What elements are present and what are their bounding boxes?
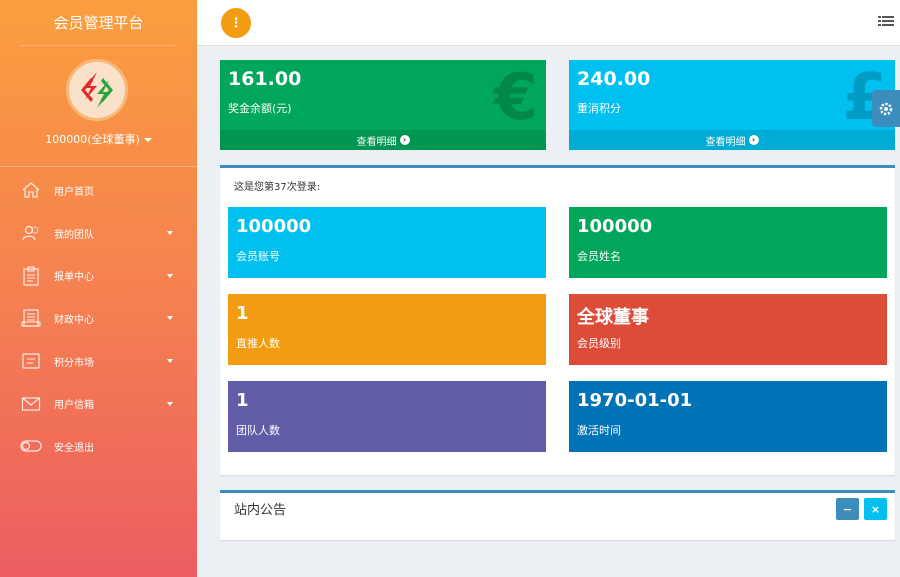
avatar[interactable] xyxy=(66,59,128,121)
team-size-tile: 1 团队人数 xyxy=(228,381,546,452)
chevron-down-icon xyxy=(167,273,173,278)
points-label: 重消积分 xyxy=(577,102,621,115)
login-count-text: 这是您第37次登录: xyxy=(234,182,321,193)
tile-value: 1 xyxy=(236,303,249,324)
member-info-panel: 这是您第37次登录: 100000 会员账号 100000 会员姓名 1 直推人… xyxy=(220,165,895,475)
envelope-icon xyxy=(20,393,42,415)
sidebar-item-logout[interactable]: 安全退出 xyxy=(0,425,197,468)
euro-icon: € xyxy=(493,61,538,135)
sidebar-item-mailbox[interactable]: 用户信箱 xyxy=(0,382,197,425)
chevron-down-icon xyxy=(167,401,173,406)
details-link-label: 查看明细 xyxy=(705,136,746,148)
sidebar-item-label: 安全退出 xyxy=(54,442,94,454)
points-details-link[interactable]: 查看明细 › xyxy=(569,130,895,150)
chevron-down-icon xyxy=(167,231,173,236)
caret-down-icon xyxy=(143,138,152,142)
tile-value: 全球董事 xyxy=(577,307,649,328)
toggle-icon xyxy=(20,435,42,457)
team-icon xyxy=(20,222,42,244)
close-button[interactable]: × xyxy=(864,498,887,520)
bonus-balance-box: 161.00 奖金余额(元) € 查看明细 › xyxy=(220,60,546,150)
sidebar-item-label: 用户信箱 xyxy=(54,400,94,412)
sidebar-menu: 用户首页 我的团队 报单中心 财政中心 积分市场 用户信箱 安全退出 xyxy=(0,169,197,468)
user-dropdown-label: 100000(全球董事) xyxy=(45,133,140,146)
sidebar: 会员管理平台 100000(全球董事) 用户首页 我的团队 报单中心 财政中心 … xyxy=(0,0,197,577)
chevron-down-icon xyxy=(167,316,173,321)
sidebar-divider xyxy=(0,166,197,167)
settings-gear-button[interactable] xyxy=(872,90,900,127)
sidebar-item-home[interactable]: 用户首页 xyxy=(0,169,197,212)
announcement-title: 站内公告 xyxy=(234,503,287,518)
collapse-button[interactable]: − xyxy=(836,498,859,520)
sidebar-item-label: 财政中心 xyxy=(54,314,94,326)
logo-icon xyxy=(81,72,113,108)
gear-icon xyxy=(879,102,893,115)
sidebar-item-label: 积分市场 xyxy=(54,357,94,369)
bonus-balance-value: 161.00 xyxy=(228,68,302,90)
points-box: 240.00 重消积分 £ 查看明细 › xyxy=(569,60,895,150)
clipboard-icon xyxy=(20,265,42,287)
sidebar-item-label: 报单中心 xyxy=(54,272,94,284)
finance-icon xyxy=(20,307,42,329)
details-link-label: 查看明细 xyxy=(356,136,397,148)
bonus-details-link[interactable]: 查看明细 › xyxy=(220,130,546,150)
arrow-circle-right-icon: › xyxy=(399,135,410,145)
sidebar-item-orders[interactable]: 报单中心 xyxy=(0,254,197,297)
tile-label: 团队人数 xyxy=(236,424,280,437)
home-icon xyxy=(20,179,42,201)
chevron-down-icon xyxy=(167,359,173,364)
member-level-tile: 全球董事 会员级别 xyxy=(569,294,887,365)
arrow-circle-right-icon: › xyxy=(748,135,759,145)
market-icon xyxy=(20,350,42,372)
activation-date-tile: 1970-01-01 激活时间 xyxy=(569,381,887,452)
top-navbar: ⋮ xyxy=(197,0,900,46)
tile-label: 会员姓名 xyxy=(577,250,621,263)
brand-title: 会员管理平台 xyxy=(20,0,177,46)
tile-label: 会员级别 xyxy=(577,337,621,350)
sidebar-item-finance[interactable]: 财政中心 xyxy=(0,297,197,340)
sidebar-item-market[interactable]: 积分市场 xyxy=(0,340,197,383)
tile-label: 直推人数 xyxy=(236,337,280,350)
tile-label: 会员账号 xyxy=(236,250,280,263)
sidebar-toggle-button[interactable]: ⋮ xyxy=(221,8,251,38)
member-account-tile: 100000 会员账号 xyxy=(228,207,546,278)
member-name-tile: 100000 会员姓名 xyxy=(569,207,887,278)
tile-value: 1970-01-01 xyxy=(577,390,693,411)
sidebar-item-label: 我的团队 xyxy=(54,229,94,241)
tile-label: 激活时间 xyxy=(577,424,621,437)
sidebar-item-team[interactable]: 我的团队 xyxy=(0,212,197,255)
list-icon[interactable] xyxy=(878,14,894,28)
points-value: 240.00 xyxy=(577,68,651,90)
bonus-balance-label: 奖金余额(元) xyxy=(228,102,292,115)
announcement-box: 站内公告 − × xyxy=(220,490,895,540)
tile-value: 100000 xyxy=(577,216,653,237)
tile-value: 100000 xyxy=(236,216,312,237)
tile-value: 1 xyxy=(236,390,249,411)
user-dropdown[interactable]: 100000(全球董事) xyxy=(0,131,197,147)
direct-referrals-tile: 1 直推人数 xyxy=(228,294,546,365)
sidebar-item-label: 用户首页 xyxy=(54,186,94,198)
